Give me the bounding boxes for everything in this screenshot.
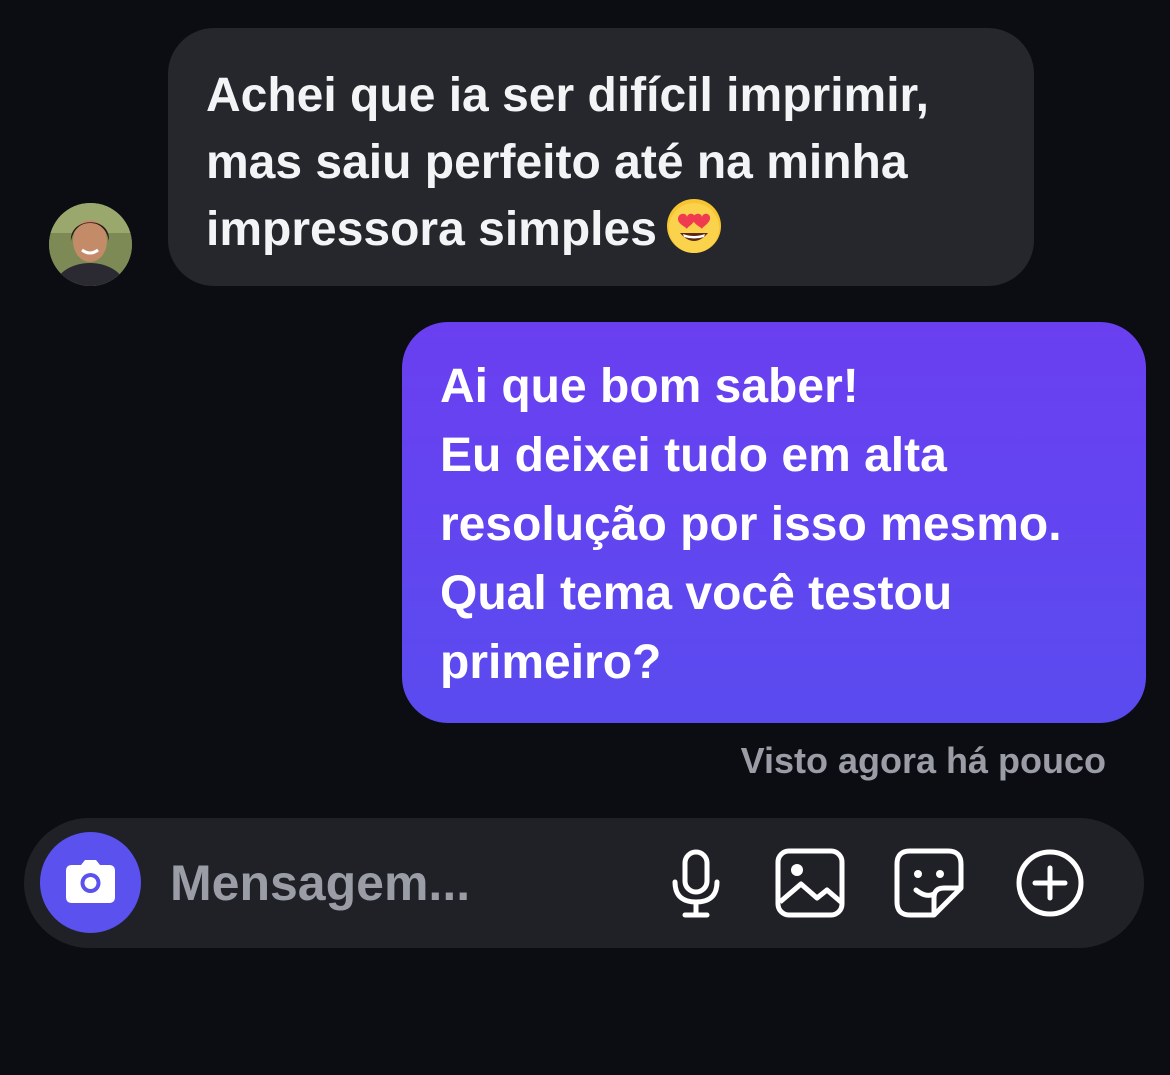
gallery-icon [775, 848, 845, 918]
message-composer [24, 818, 1144, 948]
incoming-message-bubble[interactable]: Achei que ia ser difícil imprimir, mas s… [168, 28, 1034, 286]
camera-button[interactable] [40, 832, 141, 933]
message-line: Achei que ia ser difícil imprimir, [206, 69, 929, 122]
microphone-icon [672, 849, 720, 918]
gallery-button[interactable] [771, 844, 849, 922]
add-button[interactable] [1011, 844, 1089, 922]
sticker-icon [894, 848, 964, 918]
message-input[interactable] [170, 848, 590, 918]
avatar[interactable] [49, 203, 132, 286]
message-line: resolução por isso mesmo. [440, 498, 1062, 551]
microphone-button[interactable] [657, 844, 735, 922]
message-line: Qual tema você testou [440, 567, 953, 620]
seen-status: Visto agora há pouco [740, 740, 1106, 781]
heart-eyes-emoji-icon [665, 197, 723, 255]
outgoing-message-bubble[interactable]: Ai que bom saber! Eu deixei tudo em alta… [402, 322, 1146, 723]
message-line: Ai que bom saber! [440, 360, 859, 413]
chat-screen: Achei que ia ser difícil imprimir, mas s… [0, 0, 1170, 1075]
message-line: Eu deixei tudo em alta [440, 429, 947, 482]
message-line: mas saiu perfeito até na minha [206, 136, 908, 189]
message-line-text: impressora simples [206, 203, 657, 256]
camera-icon [66, 860, 115, 903]
plus-circle-icon [1016, 849, 1084, 917]
sticker-button[interactable] [890, 844, 968, 922]
message-line: primeiro? [440, 636, 662, 689]
message-line: impressora simples [206, 196, 1004, 263]
